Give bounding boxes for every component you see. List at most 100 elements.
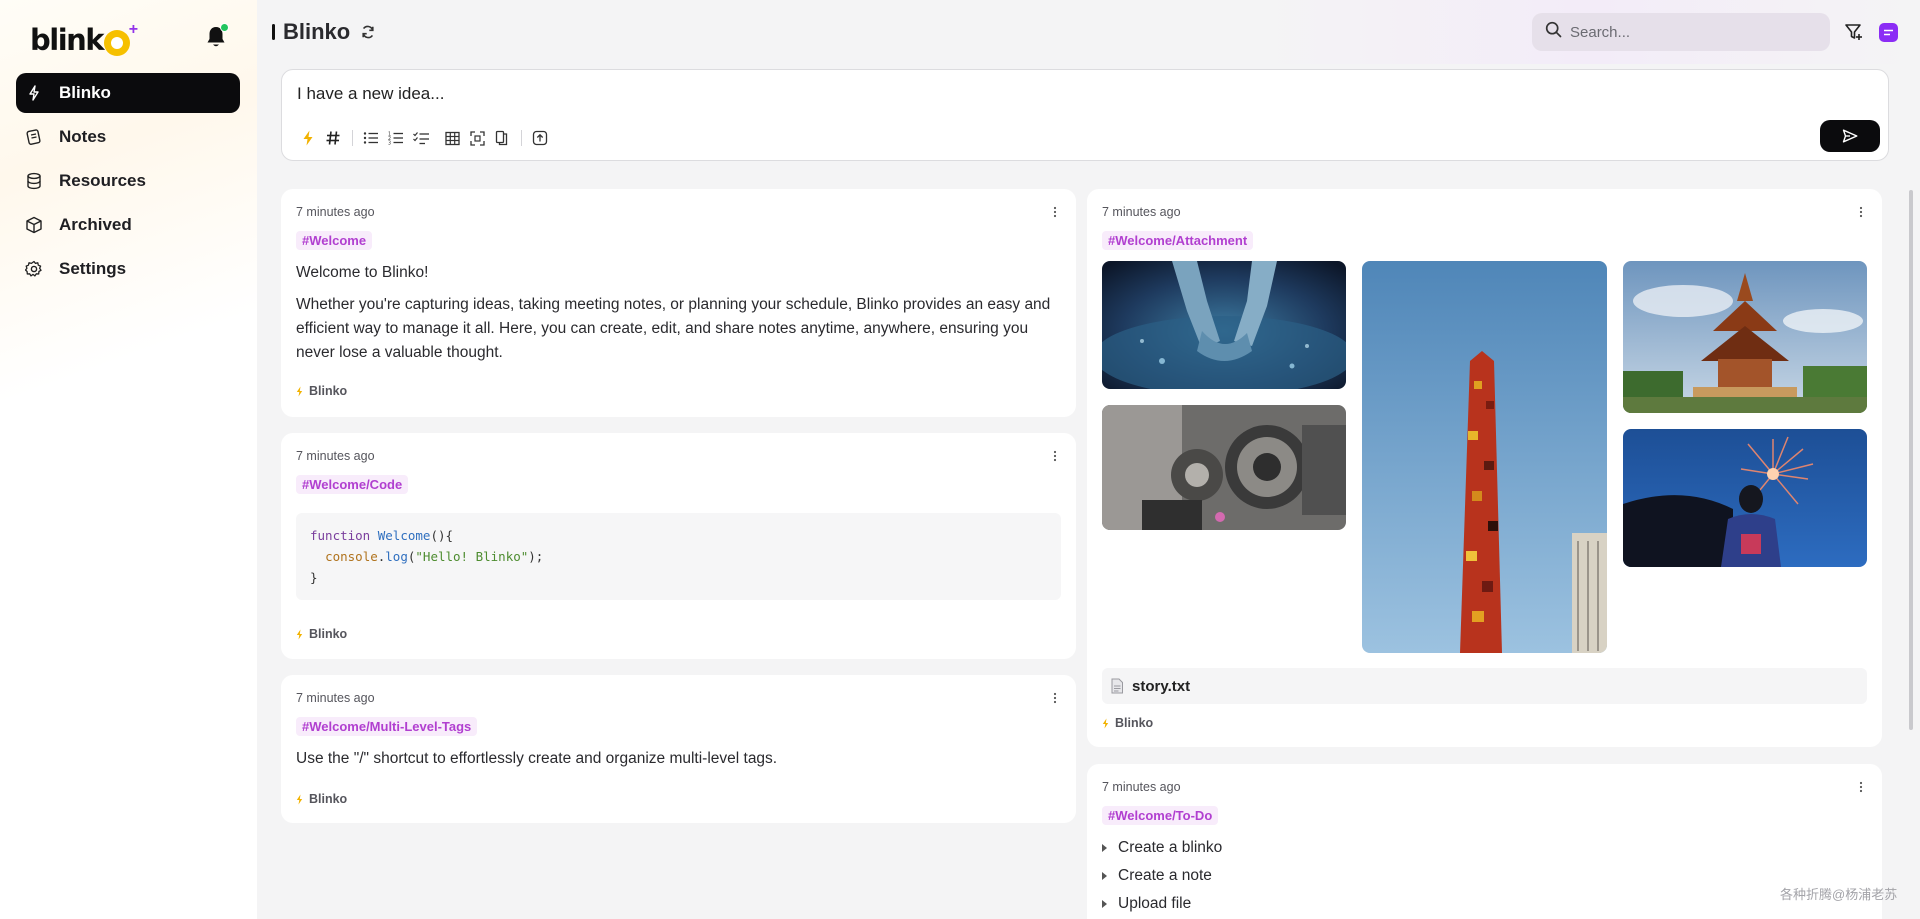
collapse-triangle-icon — [1102, 900, 1107, 908]
editor-toolbar: 123 — [296, 126, 553, 150]
ai-chat-button[interactable] — [1879, 23, 1898, 42]
sidebar-item-settings[interactable]: Settings — [16, 249, 240, 289]
blinko-type-bolt-icon[interactable] — [296, 126, 320, 150]
sidebar: blink + Blinko Notes Resources Archived … — [0, 0, 257, 919]
notification-dot — [220, 23, 229, 32]
attachment-file-row[interactable]: story.txt — [1102, 668, 1867, 704]
note-tag[interactable]: #Welcome/Attachment — [1102, 231, 1254, 250]
checklist-icon[interactable] — [409, 126, 433, 150]
top-bar: Blinko — [257, 0, 1920, 64]
send-button[interactable] — [1820, 120, 1880, 152]
editor-input[interactable]: I have a new idea... — [297, 84, 444, 104]
sidebar-nav: Blinko Notes Resources Archived Settings — [16, 73, 240, 293]
note-source: Blinko — [296, 792, 347, 806]
search-input[interactable] — [1570, 23, 1810, 41]
table-icon[interactable] — [440, 126, 464, 150]
note-card-todo[interactable]: 7 minutes ago #Welcome/To-Do Create a bl… — [1087, 764, 1882, 919]
sidebar-item-notes[interactable]: Notes — [16, 117, 240, 157]
note-timestamp: 7 minutes ago — [1102, 205, 1181, 219]
gear-icon — [25, 260, 43, 278]
code-block: function Welcome(){ console.log("Hello! … — [296, 513, 1061, 600]
note-tag[interactable]: #Welcome/Multi-Level-Tags — [296, 717, 478, 736]
note-tag[interactable]: #Welcome — [296, 231, 373, 250]
chat-lines-icon — [1884, 29, 1893, 36]
attachment-image-pagoda[interactable] — [1623, 261, 1867, 413]
code-line: console.log("Hello! Blinko"); — [325, 549, 544, 564]
bullet-list-icon[interactable] — [359, 126, 383, 150]
filter-icon[interactable] — [1842, 20, 1866, 44]
note-source: Blinko — [1102, 716, 1153, 730]
sidebar-item-label: Archived — [59, 215, 132, 234]
attachment-copy-icon[interactable] — [490, 126, 514, 150]
more-options-icon[interactable] — [1048, 449, 1062, 463]
note-source-label: Blinko — [309, 384, 348, 398]
toolbar-divider — [521, 130, 522, 146]
brand-logo[interactable]: blink + — [30, 20, 138, 60]
note-card-multi-level-tags[interactable]: 7 minutes ago #Welcome/Multi-Level-Tags … — [281, 675, 1076, 823]
note-timestamp: 7 minutes ago — [1102, 780, 1181, 794]
collapse-triangle-icon — [1102, 872, 1107, 880]
note-timestamp: 7 minutes ago — [296, 691, 375, 705]
database-icon — [25, 172, 43, 190]
note-timestamp: 7 minutes ago — [296, 449, 375, 463]
bolt-icon — [1102, 718, 1109, 729]
note-tag[interactable]: #Welcome/Code — [296, 475, 409, 494]
notification-bell-icon[interactable] — [203, 23, 229, 50]
attachment-image-tower[interactable] — [1362, 261, 1607, 653]
note-body: Use the "/" shortcut to effortlessly cre… — [296, 750, 778, 767]
note-card-welcome[interactable]: 7 minutes ago #Welcome Welcome to Blinko… — [281, 189, 1076, 417]
search-icon — [1545, 21, 1562, 43]
attachment-image-engine[interactable] — [1102, 405, 1346, 530]
attachment-image-hands[interactable] — [1102, 261, 1346, 389]
sidebar-item-label: Blinko — [59, 83, 111, 102]
note-editor[interactable]: I have a new idea... 123 — [281, 69, 1889, 161]
more-options-icon[interactable] — [1048, 205, 1062, 219]
attachment-image-fireworks[interactable] — [1623, 429, 1867, 567]
note-card-code[interactable]: 7 minutes ago #Welcome/Code function Wel… — [281, 433, 1076, 659]
code-line: } — [310, 570, 318, 585]
note-source: Blinko — [296, 627, 347, 641]
todo-item[interactable]: Create a note — [1102, 867, 1212, 885]
refresh-icon[interactable] — [360, 24, 376, 40]
brand-name: blink — [30, 23, 105, 57]
scrollbar[interactable] — [1909, 190, 1913, 730]
attachment-file-name: story.txt — [1132, 677, 1191, 695]
fullscreen-icon[interactable] — [465, 126, 489, 150]
search-box[interactable] — [1532, 13, 1830, 51]
more-options-icon[interactable] — [1854, 205, 1868, 219]
bolt-icon — [296, 386, 303, 397]
sidebar-item-resources[interactable]: Resources — [16, 161, 240, 201]
todo-item[interactable]: Create a blinko — [1102, 839, 1222, 857]
note-card-attachment[interactable]: 7 minutes ago #Welcome/Attachment story.… — [1087, 189, 1882, 747]
note-source: Blinko — [296, 384, 347, 398]
title-accent-bar — [272, 24, 275, 40]
send-icon — [1842, 129, 1858, 143]
note-source-label: Blinko — [309, 627, 348, 641]
text-file-icon — [1110, 678, 1124, 694]
sidebar-item-blinko[interactable]: Blinko — [16, 73, 240, 113]
hashtag-icon[interactable] — [321, 126, 345, 150]
bolt-icon — [296, 794, 303, 805]
note-timestamp: 7 minutes ago — [296, 205, 375, 219]
more-options-icon[interactable] — [1854, 780, 1868, 794]
note-source-label: Blinko — [1115, 716, 1154, 730]
sidebar-item-archived[interactable]: Archived — [16, 205, 240, 245]
code-line: function Welcome(){ — [310, 528, 454, 543]
note-tag[interactable]: #Welcome/To-Do — [1102, 806, 1219, 825]
note-source-label: Blinko — [309, 792, 348, 806]
archive-box-icon — [25, 216, 43, 234]
notes-icon — [25, 128, 43, 146]
upload-icon[interactable] — [528, 126, 552, 150]
note-title: Welcome to Blinko! — [296, 264, 429, 281]
brand-logo-mark: + — [104, 22, 138, 56]
svg-text:3: 3 — [388, 141, 391, 146]
page-title: Blinko — [283, 19, 351, 44]
todo-item[interactable]: Upload file — [1102, 895, 1191, 913]
sidebar-item-label: Resources — [59, 171, 146, 190]
bolt-icon — [25, 84, 43, 102]
sidebar-item-label: Settings — [59, 259, 127, 278]
numbered-list-icon[interactable]: 123 — [384, 126, 408, 150]
more-options-icon[interactable] — [1048, 691, 1062, 705]
collapse-triangle-icon — [1102, 844, 1107, 852]
bolt-icon — [296, 629, 303, 640]
